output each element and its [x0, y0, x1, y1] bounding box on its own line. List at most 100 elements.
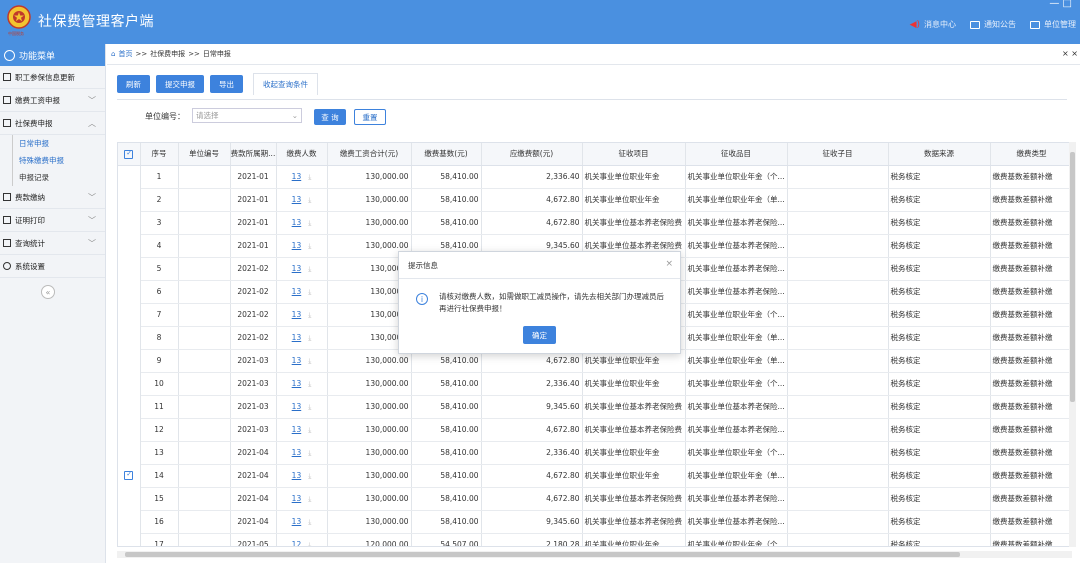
table-row[interactable]: 142021-0413⤓130,000.0058,410.004,672.80机… — [118, 464, 1071, 488]
download-icon[interactable]: ⤓ — [308, 334, 311, 342]
table-row[interactable]: 10 2021-03 13 ⤓ 130,000.00 58,410.00 2,336.40 机… — [118, 372, 1071, 396]
breadcrumb-home[interactable]: 首页 — [118, 49, 132, 59]
headcount-link[interactable]: 13 — [292, 218, 302, 227]
message-center-link[interactable]: ◀) 消息中心 — [910, 19, 956, 30]
column-header[interactable]: 单位编号 — [178, 143, 231, 166]
headcount-link[interactable]: 13 — [292, 195, 302, 204]
download-icon[interactable]: ⤓ — [308, 518, 311, 526]
table-row[interactable]: 15 2021-04 13 ⤓ 130,000.00 58,410.00 4,672.80 机… — [118, 487, 1071, 511]
row-checkbox-cell[interactable] — [118, 372, 141, 395]
select-all-checkbox[interactable] — [118, 143, 141, 166]
download-icon[interactable]: ⤓ — [308, 242, 311, 250]
headcount-link[interactable]: 13 — [292, 287, 302, 296]
headcount-cell[interactable]: 13 ⤓ — [276, 257, 328, 281]
table-row[interactable]: 1 2021-01 13 ⤓ 130,000.00 58,410.00 2,336.40 机关… — [118, 165, 1071, 189]
sidebar-item-certificate[interactable]: 证明打印 ﹀ — [0, 209, 105, 232]
sidebar-subitem-records[interactable]: 申报记录 — [13, 169, 105, 186]
download-icon[interactable]: ⤓ — [308, 288, 311, 296]
row-checkbox-cell[interactable] — [118, 188, 141, 211]
headcount-link[interactable]: 13 — [292, 310, 302, 319]
notice-link[interactable]: 通知公告 — [970, 19, 1016, 30]
headcount-link[interactable]: 13 — [292, 264, 302, 273]
headcount-link[interactable]: 13 — [292, 356, 302, 365]
vertical-scrollbar[interactable] — [1069, 142, 1076, 547]
row-checkbox-cell[interactable] — [118, 510, 141, 533]
row-checkbox-cell[interactable] — [118, 533, 141, 546]
table-row[interactable]: 2 2021-01 13 ⤓ 130,000.00 58,410.00 4,672.80 机关… — [118, 188, 1071, 212]
download-icon[interactable]: ⤓ — [308, 426, 311, 434]
confirm-button[interactable]: 确定 — [523, 326, 556, 344]
submit-declare-button[interactable]: 提交申报 — [156, 75, 204, 93]
download-icon[interactable]: ⤓ — [308, 173, 311, 181]
headcount-link[interactable]: 13 — [292, 425, 302, 434]
sidebar-collapse-button[interactable]: « — [41, 285, 55, 299]
scroll-thumb[interactable] — [125, 552, 960, 557]
row-checkbox-cell[interactable] — [118, 326, 141, 349]
download-icon[interactable]: ⤓ — [308, 472, 311, 480]
headcount-cell[interactable]: 13 ⤓ — [276, 211, 328, 235]
download-icon[interactable]: ⤓ — [308, 311, 311, 319]
collapse-filter-tab[interactable]: 收起查询条件 — [253, 73, 318, 95]
table-row[interactable]: 11 2021-03 13 ⤓ 130,000.00 58,410.00 9,345.60 机… — [118, 395, 1071, 419]
row-checkbox-cell[interactable] — [118, 280, 141, 303]
headcount-link[interactable]: 13 — [292, 402, 302, 411]
headcount-link[interactable]: 13 — [292, 172, 302, 181]
headcount-cell[interactable]: 13 ⤓ — [276, 280, 328, 304]
sidebar-subitem-special[interactable]: 特殊缴费申报 — [13, 152, 105, 169]
refresh-button[interactable]: 刷新 — [117, 75, 150, 93]
headcount-link[interactable]: 12 — [292, 540, 302, 547]
download-icon[interactable]: ⤓ — [308, 403, 311, 411]
column-header[interactable]: 征收子目 — [787, 143, 889, 166]
sidebar-item-settings[interactable]: 系统设置 — [0, 255, 105, 278]
column-header[interactable]: 征收品目 — [685, 143, 788, 166]
headcount-link[interactable]: 13 — [292, 448, 302, 457]
table-row[interactable]: 13 2021-04 13 ⤓ 130,000.00 58,410.00 2,336.40 机… — [118, 441, 1071, 465]
headcount-cell[interactable]: 13 ⤓ — [276, 418, 328, 442]
unit-management-link[interactable]: 单位管理 — [1030, 19, 1076, 30]
download-icon[interactable]: ⤓ — [308, 219, 311, 227]
row-checkbox-cell[interactable] — [118, 165, 141, 188]
headcount-cell[interactable]: 13 ⤓ — [276, 326, 328, 350]
sidebar-subitem-daily[interactable]: 日常申报 — [13, 135, 105, 152]
horizontal-scrollbar[interactable] — [117, 551, 1072, 558]
headcount-cell[interactable]: 13 ⤓ — [276, 441, 328, 465]
sidebar-item-query[interactable]: 查询统计 ﹀ — [0, 232, 105, 255]
table-row[interactable]: 12 2021-03 13 ⤓ 130,000.00 58,410.00 4,672.80 机… — [118, 418, 1071, 442]
column-header[interactable]: 缴费工资合计(元) — [327, 143, 412, 166]
close-icon[interactable]: × — [665, 259, 673, 269]
download-icon[interactable]: ⤓ — [308, 196, 311, 204]
download-icon[interactable]: ⤓ — [308, 495, 311, 503]
headcount-link[interactable]: 13 — [292, 471, 302, 480]
headcount-cell[interactable]: 13 ⤓ — [276, 487, 328, 511]
row-checkbox-cell[interactable] — [118, 234, 141, 257]
headcount-cell[interactable]: 13 ⤓ — [276, 395, 328, 419]
column-header[interactable]: 征收项目 — [582, 143, 686, 166]
row-checkbox-cell[interactable] — [118, 395, 141, 418]
row-checkbox-cell[interactable] — [118, 464, 141, 487]
close-tab-icon[interactable]: × × — [1062, 49, 1078, 58]
table-row[interactable]: 16 2021-04 13 ⤓ 130,000.00 58,410.00 9,345.60 机… — [118, 510, 1071, 534]
headcount-cell[interactable]: 13 ⤓ — [276, 303, 328, 327]
download-icon[interactable]: ⤓ — [308, 265, 311, 273]
row-checkbox-cell[interactable] — [118, 303, 141, 326]
headcount-cell[interactable]: 12 ⤓ — [276, 533, 328, 547]
download-icon[interactable]: ⤓ — [308, 357, 311, 365]
column-header[interactable]: 费款所属期... — [230, 143, 277, 166]
row-checkbox-cell[interactable] — [118, 418, 141, 441]
unit-code-select[interactable]: 请选择 ⌄ — [192, 108, 302, 123]
table-row[interactable]: 17 2021-05 12 ⤓ 120,000.00 54,507.00 2,180.28 机… — [118, 533, 1071, 547]
row-checkbox-cell[interactable] — [118, 487, 141, 510]
column-header[interactable]: 缴费基数(元) — [411, 143, 482, 166]
headcount-link[interactable]: 13 — [292, 333, 302, 342]
column-header[interactable]: 数据来源 — [888, 143, 991, 166]
table-row[interactable]: 3 2021-01 13 ⤓ 130,000.00 58,410.00 4,672.80 机关… — [118, 211, 1071, 235]
headcount-cell[interactable]: 13 ⤓ — [276, 349, 328, 373]
export-button[interactable]: 导出 — [210, 75, 243, 93]
row-checkbox-cell[interactable] — [118, 211, 141, 234]
headcount-cell[interactable]: 13 ⤓ — [276, 234, 328, 258]
sidebar-item-wage-declare[interactable]: 缴费工资申报 ﹀ — [0, 89, 105, 112]
headcount-cell[interactable]: 13 ⤓ — [276, 188, 328, 212]
headcount-cell[interactable]: 13 ⤓ — [276, 372, 328, 396]
window-controls[interactable]: — □ — [1049, 0, 1072, 9]
row-checkbox-cell[interactable] — [118, 349, 141, 372]
